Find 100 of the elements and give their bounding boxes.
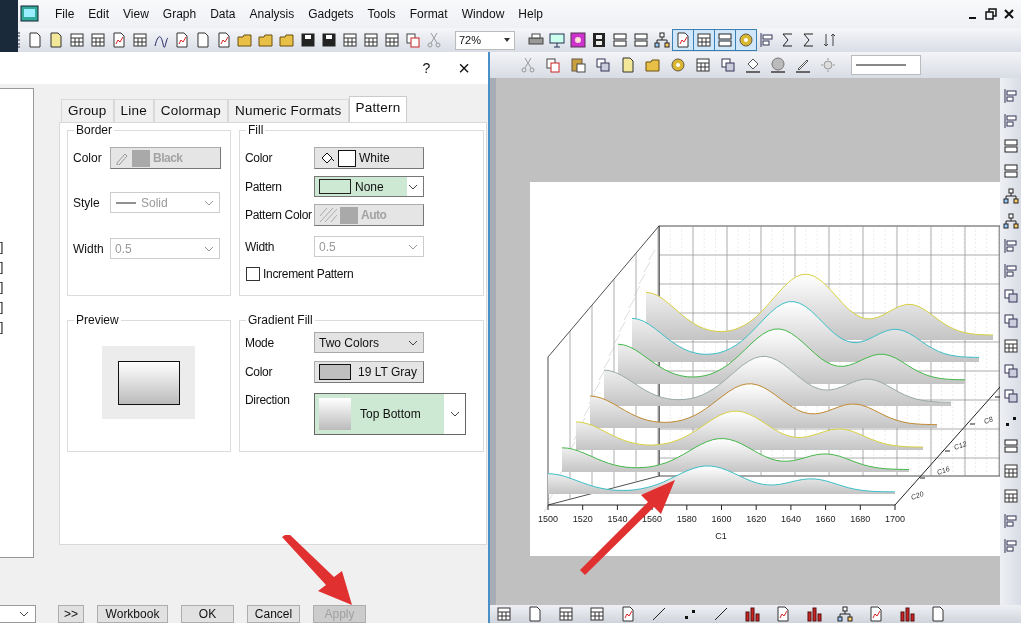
- worksheet-icon[interactable]: [90, 32, 106, 48]
- menu-item[interactable]: Graph: [155, 7, 204, 21]
- copy-icon[interactable]: [545, 57, 561, 73]
- direction-select[interactable]: Top Bottom: [314, 393, 466, 435]
- folder-icon[interactable]: [645, 57, 661, 73]
- layers-icon[interactable]: [1002, 288, 1019, 304]
- dialog-close-button[interactable]: ×: [458, 56, 470, 80]
- color-button[interactable]: 19 LT Gray: [314, 361, 424, 383]
- copy-icon[interactable]: [405, 32, 421, 48]
- layers-icon[interactable]: [720, 57, 736, 73]
- menu-item[interactable]: Tools: [360, 7, 403, 21]
- save-icon[interactable]: [300, 32, 316, 48]
- hierarchy-icon[interactable]: [1002, 188, 1019, 204]
- menu-item[interactable]: Edit: [81, 7, 117, 21]
- graph-icon[interactable]: [868, 606, 884, 622]
- checkbox[interactable]: [246, 267, 260, 281]
- graph-icon[interactable]: [672, 29, 694, 51]
- palette-icon[interactable]: [770, 57, 786, 73]
- document-icon[interactable]: [195, 32, 211, 48]
- worksheet-icon[interactable]: [589, 606, 605, 622]
- tab[interactable]: Colormap: [153, 99, 228, 122]
- tab[interactable]: Pattern: [348, 96, 408, 122]
- folder-icon[interactable]: [279, 32, 295, 48]
- menu-item[interactable]: File: [48, 7, 82, 21]
- hierarchy-icon[interactable]: [837, 606, 853, 622]
- align-icon[interactable]: [1002, 513, 1019, 529]
- save-icon[interactable]: [321, 32, 337, 48]
- menu-item[interactable]: View: [116, 7, 156, 21]
- folder-icon[interactable]: [237, 32, 253, 48]
- dialog-button[interactable]: >>: [58, 605, 84, 623]
- worksheet-icon[interactable]: [384, 32, 400, 48]
- tab[interactable]: Numeric Formats: [228, 99, 349, 122]
- pen-icon[interactable]: [795, 57, 811, 73]
- document-icon[interactable]: [620, 57, 636, 73]
- tab[interactable]: Group: [61, 99, 114, 122]
- worksheet-icon[interactable]: [1002, 463, 1019, 479]
- bar-chart-icon[interactable]: [899, 606, 915, 622]
- menu-item[interactable]: Format: [402, 7, 455, 21]
- hierarchy-icon[interactable]: [654, 32, 670, 48]
- folder-icon[interactable]: [258, 32, 274, 48]
- worksheet-icon[interactable]: [1002, 338, 1019, 354]
- layout-icon[interactable]: [1002, 138, 1019, 154]
- line-style-combo[interactable]: [851, 55, 921, 75]
- worksheet-icon[interactable]: [496, 606, 512, 622]
- mode-select[interactable]: Two Colors: [314, 332, 424, 353]
- pattern-select[interactable]: None: [314, 176, 424, 197]
- align-icon[interactable]: [1002, 263, 1019, 279]
- printer-icon[interactable]: [528, 32, 544, 48]
- worksheet-icon[interactable]: [1002, 488, 1019, 504]
- menu-item[interactable]: Window: [454, 7, 512, 21]
- presentation-icon[interactable]: [549, 32, 565, 48]
- worksheet-icon[interactable]: [558, 606, 574, 622]
- align-icon[interactable]: [1002, 113, 1019, 129]
- list-item-fragment[interactable]: ]: [0, 277, 4, 297]
- line-icon[interactable]: [651, 606, 667, 622]
- tab[interactable]: Line: [113, 99, 154, 122]
- layers-icon[interactable]: [1002, 363, 1019, 379]
- layout-icon[interactable]: [1002, 163, 1019, 179]
- align-icon[interactable]: [1002, 538, 1019, 554]
- layout-icon[interactable]: [633, 32, 649, 48]
- align-icon[interactable]: [1002, 88, 1019, 104]
- gear-icon[interactable]: [735, 29, 757, 51]
- graph-icon[interactable]: [620, 606, 636, 622]
- bar-chart-icon[interactable]: [744, 606, 760, 622]
- list-item-fragment[interactable]: ]: [0, 297, 4, 317]
- dialog-button[interactable]: Cancel: [247, 605, 300, 623]
- hierarchy-icon[interactable]: [1002, 213, 1019, 229]
- graph-icon[interactable]: [111, 32, 127, 48]
- menu-item[interactable]: Help: [511, 7, 550, 21]
- zoom-combo[interactable]: 72%: [455, 30, 515, 50]
- paste-icon[interactable]: [570, 57, 586, 73]
- layout-icon[interactable]: [1002, 438, 1019, 454]
- worksheet-icon[interactable]: [132, 32, 148, 48]
- layout-icon[interactable]: [714, 29, 736, 51]
- list-item-fragment[interactable]: ]: [0, 317, 4, 337]
- layers-icon[interactable]: [1002, 313, 1019, 329]
- graph-icon[interactable]: [775, 606, 791, 622]
- layers-icon[interactable]: [595, 57, 611, 73]
- line-icon[interactable]: [713, 606, 729, 622]
- align-icon[interactable]: [1002, 238, 1019, 254]
- layers-icon[interactable]: [1002, 388, 1019, 404]
- menu-item[interactable]: Analysis: [242, 7, 302, 21]
- list-item-fragment[interactable]: ]: [0, 237, 4, 257]
- gear-icon[interactable]: [670, 57, 686, 73]
- list-item-fragment[interactable]: ]: [0, 257, 4, 277]
- menu-item[interactable]: Gadgets: [301, 7, 361, 21]
- restore-icon[interactable]: [985, 8, 997, 20]
- dropdown[interactable]: [0, 605, 36, 623]
- worksheet-icon[interactable]: [69, 32, 85, 48]
- sort-icon[interactable]: [822, 32, 838, 48]
- menu-item[interactable]: Data: [203, 7, 243, 21]
- layout-icon[interactable]: [612, 32, 628, 48]
- close-icon[interactable]: [1003, 8, 1015, 20]
- worksheet-icon[interactable]: [693, 29, 715, 51]
- film-icon[interactable]: [591, 32, 607, 48]
- worksheet-icon[interactable]: [695, 57, 711, 73]
- graph-icon[interactable]: [174, 32, 190, 48]
- document-icon[interactable]: [27, 32, 43, 48]
- worksheet-icon[interactable]: [363, 32, 379, 48]
- color-button[interactable]: White: [314, 147, 424, 169]
